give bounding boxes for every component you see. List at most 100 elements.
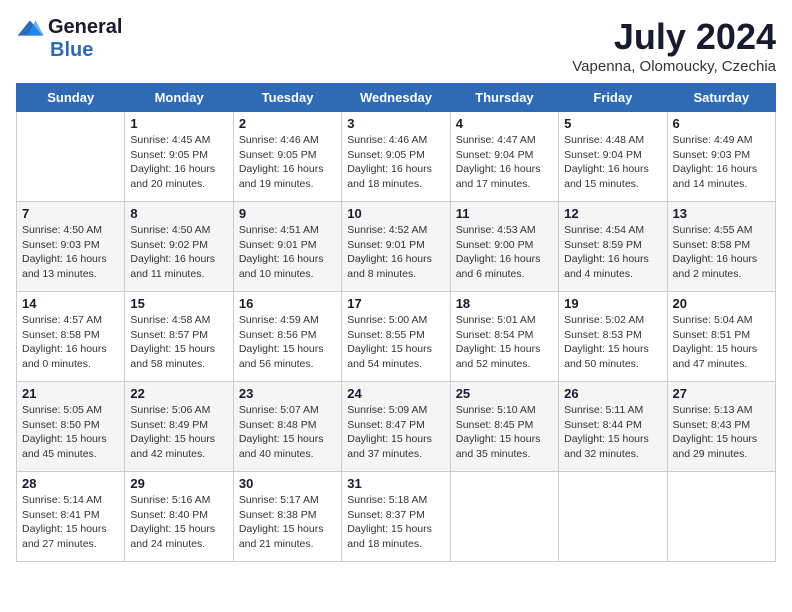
cell-content: Sunrise: 4:49 AMSunset: 9:03 PMDaylight:…	[673, 133, 770, 192]
table-row: 31 Sunrise: 5:18 AMSunset: 8:37 PMDayligh…	[342, 472, 450, 562]
day-number: 18	[456, 296, 553, 311]
header-sunday: Sunday	[17, 84, 125, 112]
location-title: Vapenna, Olomoucky, Czechia	[572, 58, 776, 75]
table-row: 17 Sunrise: 5:00 AMSunset: 8:55 PMDayligh…	[342, 292, 450, 382]
table-row	[667, 472, 775, 562]
day-number: 5	[564, 116, 661, 131]
day-number: 15	[130, 296, 227, 311]
cell-content: Sunrise: 5:06 AMSunset: 8:49 PMDaylight:…	[130, 403, 227, 462]
day-number: 20	[673, 296, 770, 311]
table-row	[17, 112, 125, 202]
cell-content: Sunrise: 4:50 AMSunset: 9:02 PMDaylight:…	[130, 223, 227, 282]
table-row: 10Sunrise: 4:52 AMSunset: 9:01 PMDayligh…	[342, 202, 450, 292]
table-row: 13Sunrise: 4:55 AMSunset: 8:58 PMDayligh…	[667, 202, 775, 292]
day-number: 26	[564, 386, 661, 401]
table-row: 14 Sunrise: 4:57 AMSunset: 8:58 PMDayligh…	[17, 292, 125, 382]
cell-content: Sunrise: 5:18 AMSunset: 8:37 PMDaylight:…	[347, 493, 444, 552]
calendar-header-row: Sunday Monday Tuesday Wednesday Thursday…	[17, 84, 776, 112]
cell-content: Sunrise: 5:04 AMSunset: 8:51 PMDaylight:…	[673, 313, 770, 372]
table-row	[559, 472, 667, 562]
day-number: 23	[239, 386, 336, 401]
table-row: 21 Sunrise: 5:05 AMSunset: 8:50 PMDayligh…	[17, 382, 125, 472]
calendar-week-row: 7 Sunrise: 4:50 AMSunset: 9:03 PMDaylight…	[17, 202, 776, 292]
table-row: 12 Sunrise: 4:54 AMSunset: 8:59 PMDayligh…	[559, 202, 667, 292]
day-number: 21	[22, 386, 119, 401]
table-row: 19Sunrise: 5:02 AMSunset: 8:53 PMDayligh…	[559, 292, 667, 382]
cell-content: Sunrise: 5:10 AMSunset: 8:45 PMDaylight:…	[456, 403, 553, 462]
cell-content: Sunrise: 5:05 AMSunset: 8:50 PMDaylight:…	[22, 403, 119, 462]
cell-content: Sunrise: 5:07 AMSunset: 8:48 PMDaylight:…	[239, 403, 336, 462]
table-row: 6 Sunrise: 4:49 AMSunset: 9:03 PMDaylight…	[667, 112, 775, 202]
calendar-week-row: 1 Sunrise: 4:45 AMSunset: 9:05 PMDaylight…	[17, 112, 776, 202]
cell-content: Sunrise: 5:11 AMSunset: 8:44 PMDaylight:…	[564, 403, 661, 462]
day-number: 12	[564, 206, 661, 221]
cell-content: Sunrise: 4:53 AMSunset: 9:00 PMDaylight:…	[456, 223, 553, 282]
header-tuesday: Tuesday	[233, 84, 341, 112]
table-row: 5Sunrise: 4:48 AMSunset: 9:04 PMDaylight…	[559, 112, 667, 202]
logo: General Blue	[16, 16, 122, 62]
header-thursday: Thursday	[450, 84, 558, 112]
header-saturday: Saturday	[667, 84, 775, 112]
table-row: 9Sunrise: 4:51 AMSunset: 9:01 PMDaylight…	[233, 202, 341, 292]
day-number: 3	[347, 116, 444, 131]
calendar-week-row: 14 Sunrise: 4:57 AMSunset: 8:58 PMDayligh…	[17, 292, 776, 382]
table-row: 7 Sunrise: 4:50 AMSunset: 9:03 PMDaylight…	[17, 202, 125, 292]
cell-content: Sunrise: 4:45 AMSunset: 9:05 PMDaylight:…	[130, 133, 227, 192]
calendar-week-row: 21 Sunrise: 5:05 AMSunset: 8:50 PMDayligh…	[17, 382, 776, 472]
cell-content: Sunrise: 4:46 AMSunset: 9:05 PMDaylight:…	[239, 133, 336, 192]
cell-content: Sunrise: 5:13 AMSunset: 8:43 PMDaylight:…	[673, 403, 770, 462]
table-row: 23 Sunrise: 5:07 AMSunset: 8:48 PMDayligh…	[233, 382, 341, 472]
cell-content: Sunrise: 5:02 AMSunset: 8:53 PMDaylight:…	[564, 313, 661, 372]
cell-content: Sunrise: 4:50 AMSunset: 9:03 PMDaylight:…	[22, 223, 119, 282]
table-row: 15 Sunrise: 4:58 AMSunset: 8:57 PMDayligh…	[125, 292, 233, 382]
table-row: 18 Sunrise: 5:01 AMSunset: 8:54 PMDayligh…	[450, 292, 558, 382]
header-wednesday: Wednesday	[342, 84, 450, 112]
table-row: 20 Sunrise: 5:04 AMSunset: 8:51 PMDayligh…	[667, 292, 775, 382]
table-row: 22 Sunrise: 5:06 AMSunset: 8:49 PMDayligh…	[125, 382, 233, 472]
cell-content: Sunrise: 4:57 AMSunset: 8:58 PMDaylight:…	[22, 313, 119, 372]
cell-content: Sunrise: 4:54 AMSunset: 8:59 PMDaylight:…	[564, 223, 661, 282]
cell-content: Sunrise: 4:51 AMSunset: 9:01 PMDaylight:…	[239, 223, 336, 282]
day-number: 8	[130, 206, 227, 221]
day-number: 17	[347, 296, 444, 311]
cell-content: Sunrise: 5:16 AMSunset: 8:40 PMDaylight:…	[130, 493, 227, 552]
table-row: 24 Sunrise: 5:09 AMSunset: 8:47 PMDayligh…	[342, 382, 450, 472]
table-row: 2Sunrise: 4:46 AMSunset: 9:05 PMDaylight…	[233, 112, 341, 202]
day-number: 16	[239, 296, 336, 311]
day-number: 25	[456, 386, 553, 401]
cell-content: Sunrise: 5:00 AMSunset: 8:55 PMDaylight:…	[347, 313, 444, 372]
day-number: 10	[347, 206, 444, 221]
day-number: 11	[456, 206, 553, 221]
table-row: 26 Sunrise: 5:11 AMSunset: 8:44 PMDayligh…	[559, 382, 667, 472]
header-monday: Monday	[125, 84, 233, 112]
day-number: 22	[130, 386, 227, 401]
title-area: July 2024 Vapenna, Olomoucky, Czechia	[572, 16, 776, 75]
day-number: 14	[22, 296, 119, 311]
cell-content: Sunrise: 4:55 AMSunset: 8:58 PMDaylight:…	[673, 223, 770, 282]
day-number: 1	[130, 116, 227, 131]
cell-content: Sunrise: 5:09 AMSunset: 8:47 PMDaylight:…	[347, 403, 444, 462]
day-number: 27	[673, 386, 770, 401]
day-number: 29	[130, 476, 227, 491]
cell-content: Sunrise: 4:58 AMSunset: 8:57 PMDaylight:…	[130, 313, 227, 372]
day-number: 7	[22, 206, 119, 221]
day-number: 24	[347, 386, 444, 401]
table-row: 27 Sunrise: 5:13 AMSunset: 8:43 PMDayligh…	[667, 382, 775, 472]
cell-content: Sunrise: 5:01 AMSunset: 8:54 PMDaylight:…	[456, 313, 553, 372]
month-title: July 2024	[572, 16, 776, 58]
table-row: 4 Sunrise: 4:47 AMSunset: 9:04 PMDaylight…	[450, 112, 558, 202]
table-row	[450, 472, 558, 562]
day-number: 6	[673, 116, 770, 131]
day-number: 31	[347, 476, 444, 491]
logo-blue: Blue	[50, 39, 93, 62]
day-number: 4	[456, 116, 553, 131]
table-row: 8 Sunrise: 4:50 AMSunset: 9:02 PMDaylight…	[125, 202, 233, 292]
logo-icon	[16, 19, 44, 37]
page-header: General Blue July 2024 Vapenna, Olomouck…	[16, 16, 776, 75]
cell-content: Sunrise: 5:17 AMSunset: 8:38 PMDaylight:…	[239, 493, 336, 552]
calendar-table: Sunday Monday Tuesday Wednesday Thursday…	[16, 83, 776, 562]
table-row: 30Sunrise: 5:17 AMSunset: 8:38 PMDayligh…	[233, 472, 341, 562]
table-row: 1 Sunrise: 4:45 AMSunset: 9:05 PMDaylight…	[125, 112, 233, 202]
logo-general: General	[48, 16, 122, 39]
cell-content: Sunrise: 4:47 AMSunset: 9:04 PMDaylight:…	[456, 133, 553, 192]
